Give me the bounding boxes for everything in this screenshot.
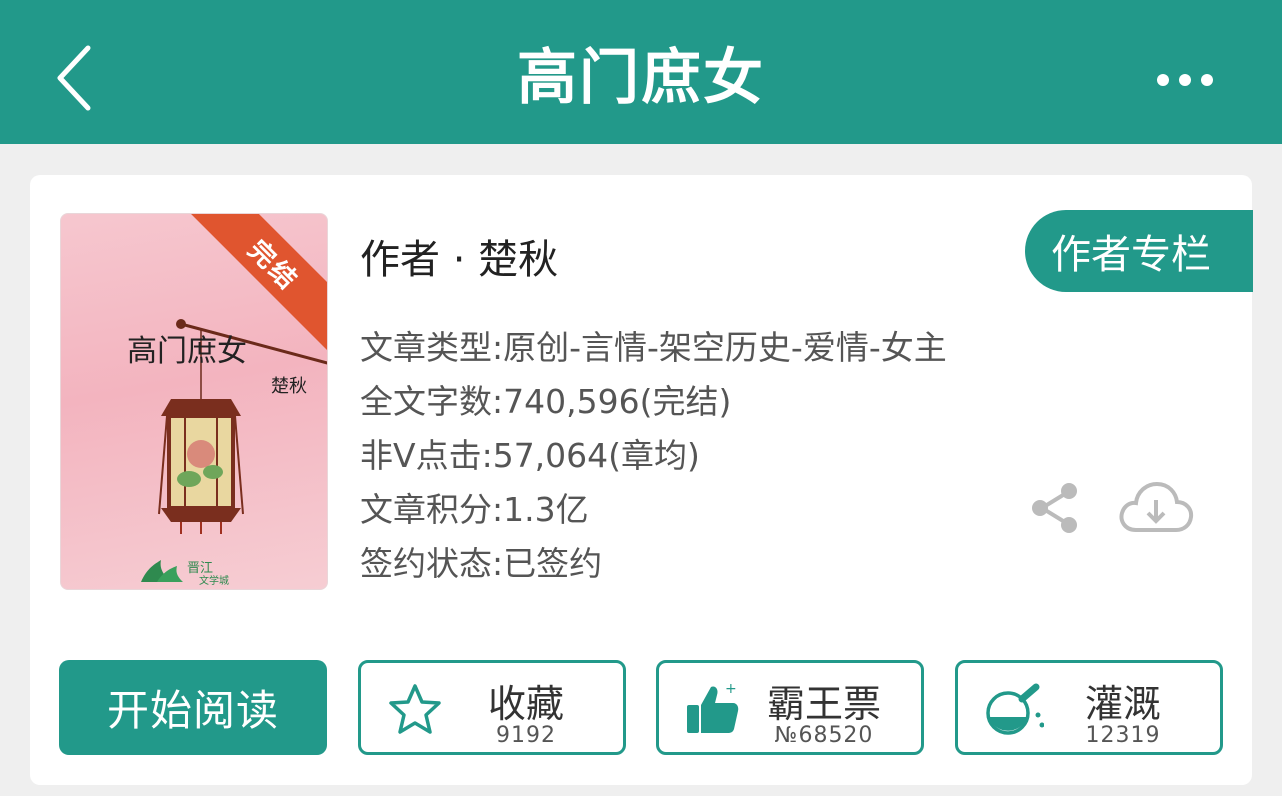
irrigate-button[interactable]: 灌溉 12319 xyxy=(955,660,1223,755)
star-icon xyxy=(389,684,441,734)
book-info-card: 高门庶女 楚秋 完结 晋江 文学城 作者 · 楚秋 作者专栏 文章类型:原创-言… xyxy=(30,175,1253,785)
book-meta: 文章类型:原创-言情-架空历史-爱情-女主 全文字数:740,596(完结) 非… xyxy=(360,321,947,591)
vote-label: 霸王票 xyxy=(766,682,881,726)
cloud-download-icon xyxy=(1119,481,1194,532)
start-reading-button[interactable]: 开始阅读 xyxy=(59,660,327,755)
cover-title: 高门庶女 xyxy=(127,334,247,369)
irrigate-label: 灌溉 xyxy=(1084,682,1161,726)
meta-clicks: 非V点击:57,064(章均) xyxy=(360,436,700,475)
page-title: 高门庶女 xyxy=(517,43,765,113)
favorite-count: 9192 xyxy=(496,723,556,748)
meta-word-count: 全文字数:740,596(完结) xyxy=(360,382,732,421)
flask-icon xyxy=(986,683,1044,735)
vote-button[interactable]: + 霸王票 №68520 xyxy=(656,660,924,755)
favorite-button[interactable]: 收藏 9192 xyxy=(358,660,626,755)
meta-score: 文章积分:1.3亿 xyxy=(360,490,589,529)
meta-sign-status: 签约状态:已签约 xyxy=(360,544,603,583)
author-line[interactable]: 作者 · 楚秋 xyxy=(360,227,558,285)
thumbs-up-icon: + xyxy=(687,681,739,733)
favorite-label: 收藏 xyxy=(487,682,564,726)
vote-count: №68520 xyxy=(774,723,874,748)
download-button[interactable] xyxy=(1118,480,1194,540)
more-button[interactable] xyxy=(1150,60,1220,100)
cover-author: 楚秋 xyxy=(271,376,307,397)
more-icon xyxy=(1157,74,1213,86)
author-column-button[interactable]: 作者专栏 xyxy=(1025,210,1253,292)
irrigate-count: 12319 xyxy=(1085,723,1161,748)
share-icon xyxy=(1032,483,1077,533)
meta-genre: 文章类型:原创-言情-架空历史-爱情-女主 xyxy=(360,328,947,367)
svg-text:+: + xyxy=(725,681,737,697)
book-cover[interactable]: 高门庶女 楚秋 完结 晋江 文学城 xyxy=(60,213,328,590)
top-bar: 高门庶女 xyxy=(0,0,1282,144)
svg-text:晋江: 晋江 xyxy=(187,561,213,576)
share-button[interactable] xyxy=(1030,480,1080,540)
publisher-logo: 晋江 文学城 xyxy=(141,560,229,586)
svg-text:文学城: 文学城 xyxy=(199,574,229,586)
